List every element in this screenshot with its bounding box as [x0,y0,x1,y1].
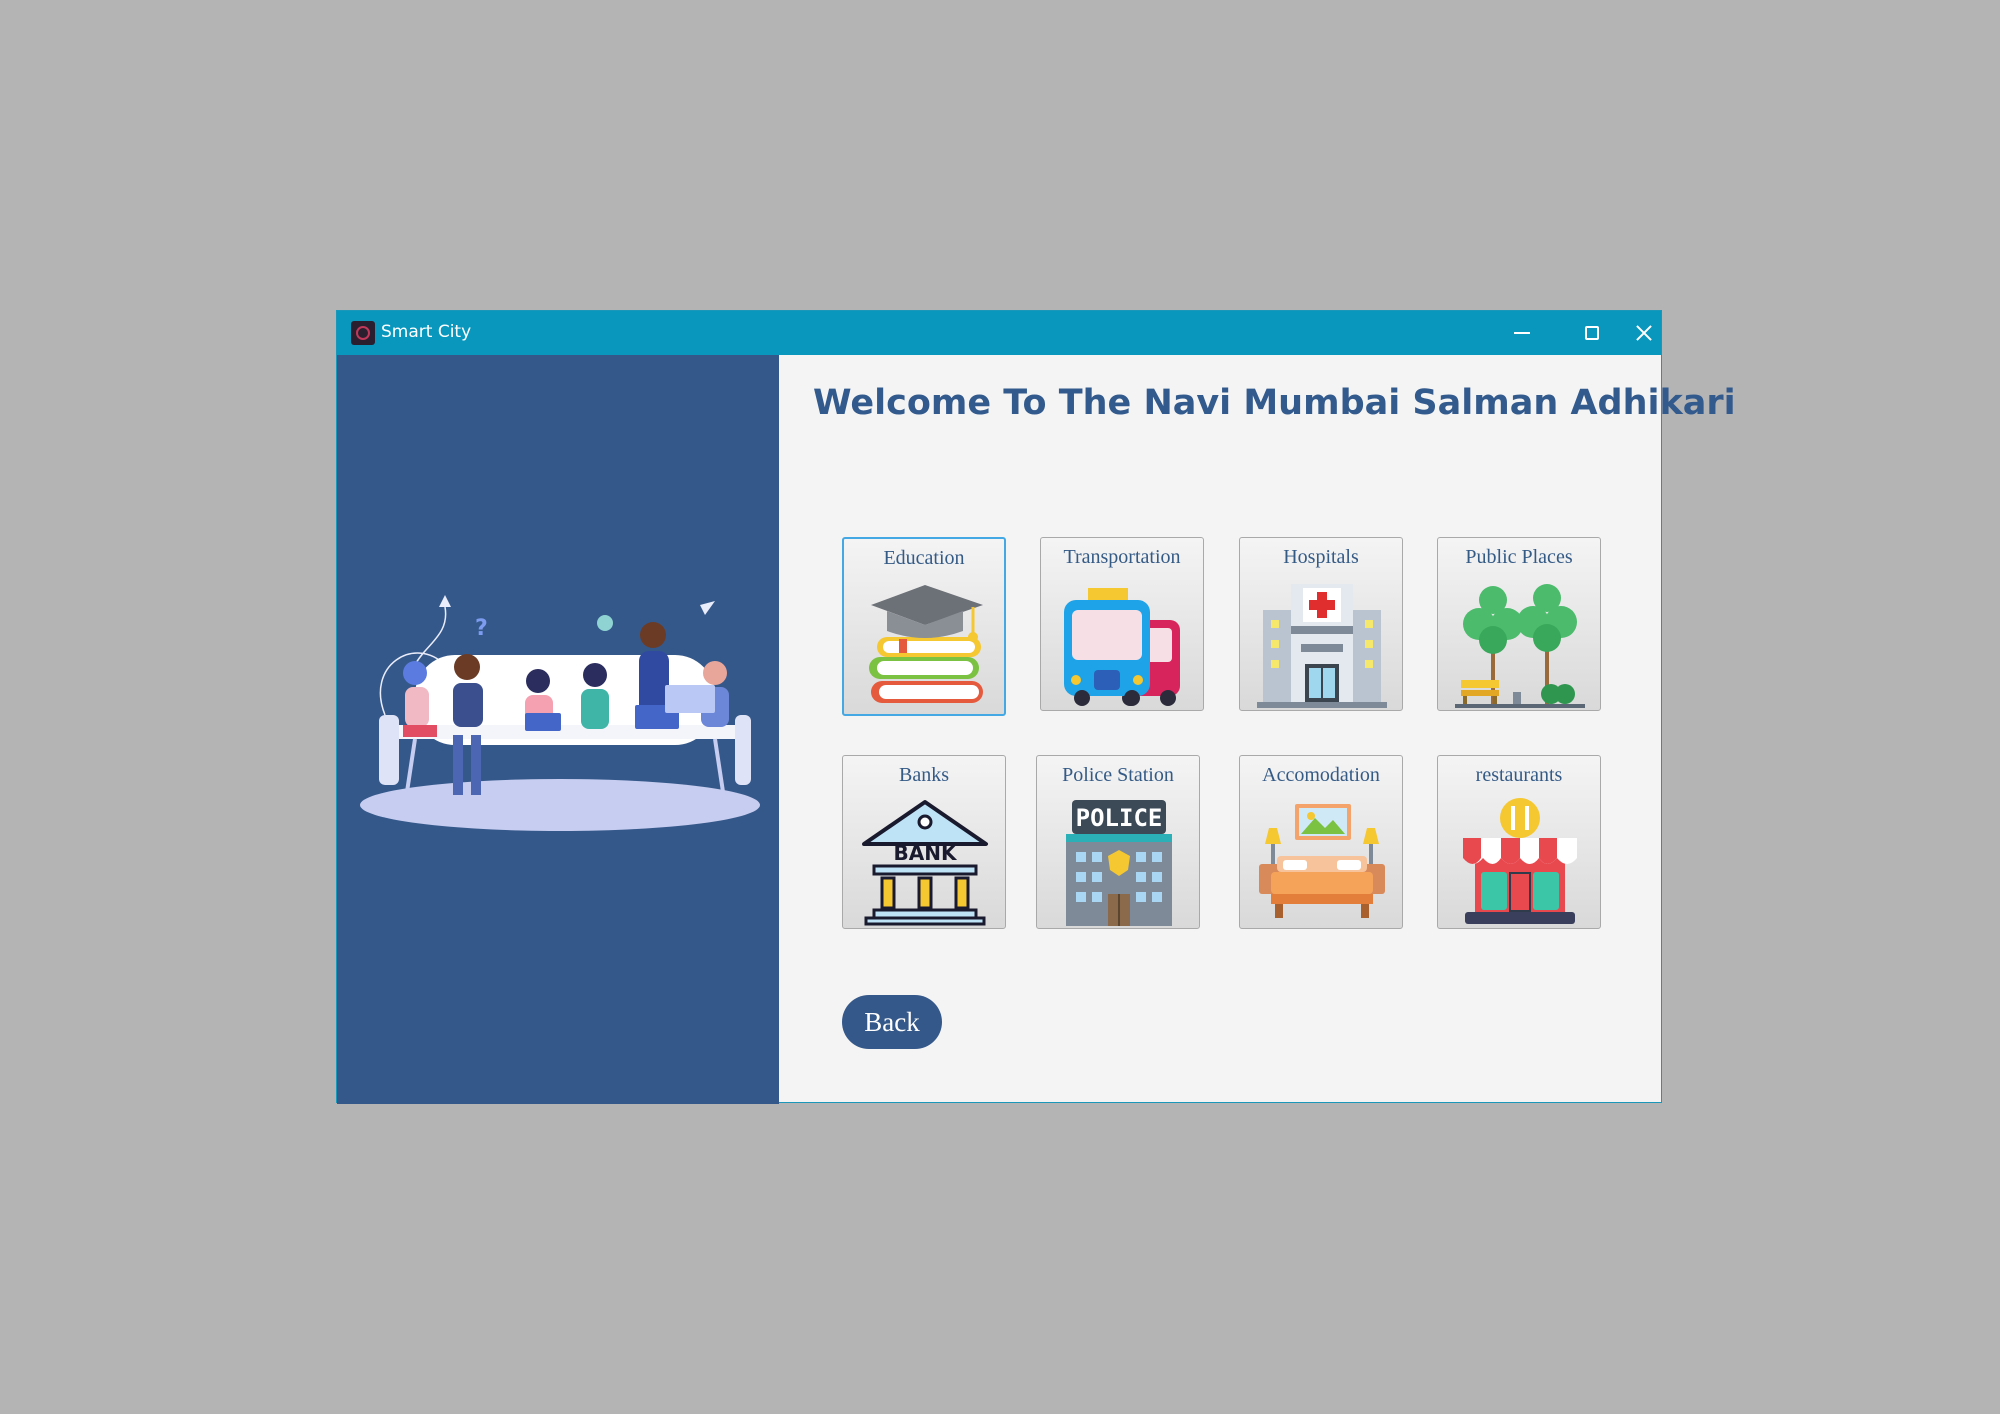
bank-building-icon: BANK [862,800,988,926]
tile-police-station[interactable]: Police Station POLICE [1036,755,1200,929]
police-station-icon: POLICE [1066,800,1172,926]
tile-label: Public Places [1465,546,1573,568]
team-meeting-illustration: ? [360,595,760,831]
maximize-icon [1585,326,1599,340]
minimize-button[interactable] [1487,311,1557,355]
tile-label: Banks [899,764,949,786]
svg-text:?: ? [475,616,488,641]
police-sign-text: POLICE [1076,804,1163,832]
app-logo-icon [351,321,375,345]
tile-hospitals[interactable]: Hospitals [1239,537,1403,711]
bank-sign-text: BANK [894,841,958,865]
tile-label: Accomodation [1262,764,1380,786]
tile-banks[interactable]: Banks BANK [842,755,1006,929]
tile-public-places[interactable]: Public Places [1437,537,1601,711]
hospital-building-icon [1257,584,1387,708]
hotel-bed-icon [1259,804,1385,918]
tile-accomodation[interactable]: Accomodation [1239,755,1403,929]
tile-label: restaurants [1475,764,1563,786]
maximize-button[interactable] [1557,311,1627,355]
back-button[interactable]: Back [842,995,942,1049]
page-title: Welcome To The Navi Mumbai Salman Adhika… [813,383,1736,423]
tile-label: Hospitals [1283,546,1359,568]
park-trees-icon [1455,584,1585,708]
window-title: Smart City [381,322,472,342]
graduation-cap-books-icon [869,585,983,703]
title-bar[interactable]: Smart City [337,311,1661,355]
restaurant-store-icon [1463,798,1577,924]
tile-restaurants[interactable]: restaurants [1437,755,1601,929]
close-button[interactable] [1627,311,1661,355]
close-icon [1635,324,1653,342]
tile-label: Police Station [1062,764,1174,786]
tile-transportation[interactable]: Transportation [1040,537,1204,711]
bus-icon [1064,588,1180,706]
tile-label: Transportation [1063,546,1181,568]
tile-education[interactable]: Education [842,537,1006,716]
minimize-icon [1514,332,1530,334]
tile-label: Education [883,547,965,569]
app-window: Smart City ? Welcome To The Navi Mumbai … [336,310,1736,1104]
sidebar-panel: ? [337,355,779,1104]
